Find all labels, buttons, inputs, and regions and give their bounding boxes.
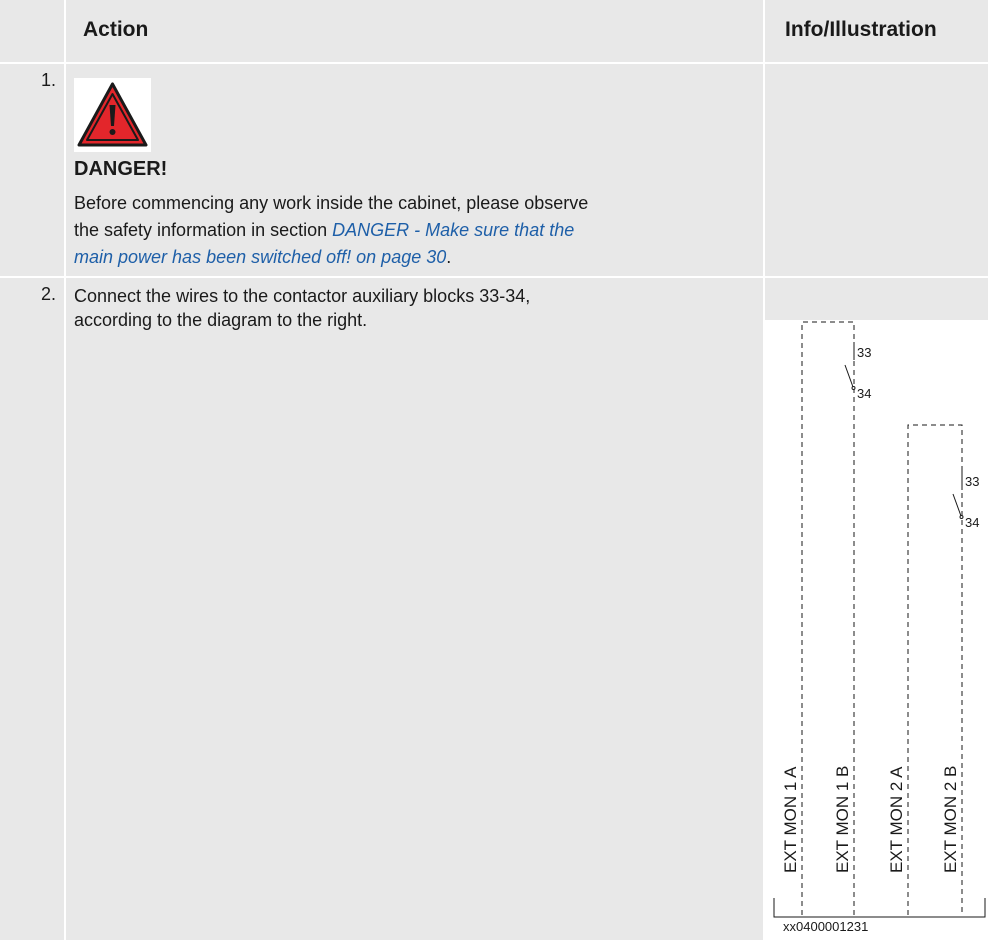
danger-text-line3: main power has been switched off! on pag…	[74, 244, 764, 271]
header-action-label: Action	[83, 18, 149, 41]
danger-text-line1: Before commencing any work inside the ca…	[74, 193, 589, 213]
header-action-cell: Action	[66, 0, 763, 62]
step-2-info-cell	[765, 278, 988, 320]
danger-text-line2: the safety information in section DANGER…	[74, 217, 764, 244]
contact-1-bottom-label: 34	[857, 386, 871, 401]
wire-label-ext-mon-2b: EXT MON 2 B	[941, 766, 960, 873]
figure-id-bracket	[773, 898, 986, 918]
wiring-diagram: 33 34 33 34 EXT MON 1 A EXT MON 1 B EXT …	[773, 321, 986, 918]
safety-section-link-part1[interactable]: DANGER - Make sure that the	[332, 220, 574, 240]
step-2-text: Connect the wires to the contactor auxil…	[74, 284, 764, 332]
wire-label-ext-mon-2a: EXT MON 2 A	[887, 766, 906, 873]
step-1-number: 1.	[40, 70, 56, 90]
diagram-dashed-wires	[801, 321, 963, 915]
step-2-line2: according to the diagram to the right.	[74, 310, 368, 330]
safety-section-link-part2[interactable]: main power has been switched off! on pag…	[74, 247, 446, 267]
figure-id: xx0400001231	[783, 919, 869, 934]
danger-text-prefix: the safety information in section	[74, 220, 333, 240]
header-info-label: Info/Illustration	[785, 18, 937, 41]
step-2-number: 2.	[40, 284, 56, 304]
contact-1-top-label: 33	[857, 345, 871, 360]
step-2-number-cell: 2.	[0, 278, 64, 940]
warning-triangle-icon	[74, 78, 151, 152]
danger-title: DANGER!	[74, 158, 168, 180]
step-1-action-cell: DANGER! Before commencing any work insid…	[66, 64, 763, 276]
diagram-contacts	[844, 342, 964, 519]
danger-text: Before commencing any work inside the ca…	[74, 190, 764, 271]
contact-2-bottom-label: 34	[965, 515, 979, 530]
wire-label-ext-mon-1a: EXT MON 1 A	[781, 766, 800, 873]
danger-text-suffix: .	[446, 247, 452, 267]
contact-2-top-label: 33	[965, 474, 979, 489]
step-1-info-cell	[765, 64, 988, 276]
header-number-cell	[0, 0, 64, 62]
step-1-number-cell: 1.	[0, 64, 64, 276]
wire-label-ext-mon-1b: EXT MON 1 B	[833, 766, 852, 873]
step-2-action-cell: Connect the wires to the contactor auxil…	[66, 278, 763, 940]
step-2-line1: Connect the wires to the contactor auxil…	[74, 286, 531, 306]
header-info-cell: Info/Illustration	[765, 0, 988, 62]
